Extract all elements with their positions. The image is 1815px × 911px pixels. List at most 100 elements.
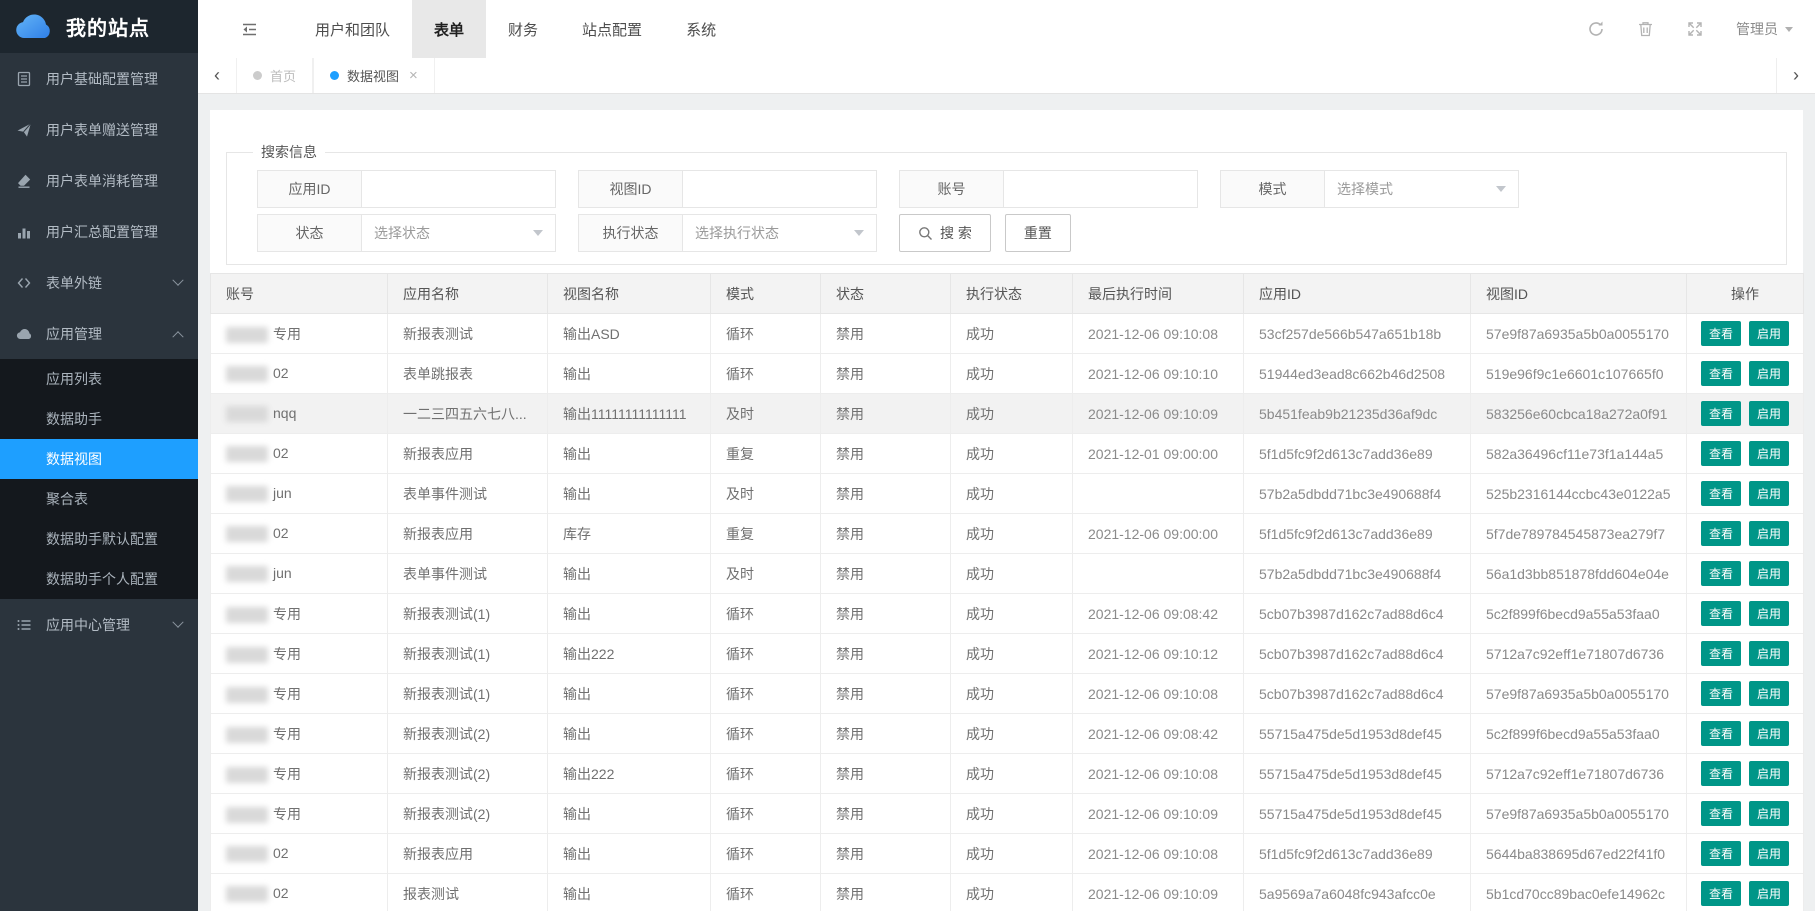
view-name-cell: 输出: [548, 874, 711, 911]
enable-button[interactable]: 启用: [1749, 841, 1789, 866]
account-cell: 专用: [211, 674, 388, 714]
enable-button[interactable]: 启用: [1749, 721, 1789, 746]
last-time-cell: 2021-12-06 09:10:08: [1073, 674, 1244, 714]
view-button[interactable]: 查看: [1701, 841, 1741, 866]
reset-button[interactable]: 重置: [1005, 214, 1071, 252]
view-id-cell: 5c2f899f6becd9a55a53faa0: [1471, 714, 1687, 754]
view-button[interactable]: 查看: [1701, 761, 1741, 786]
enable-button[interactable]: 启用: [1749, 441, 1789, 466]
last-time-cell: 2021-12-06 09:10:12: [1073, 634, 1244, 674]
enable-button[interactable]: 启用: [1749, 321, 1789, 346]
tab-label: 用户和团队: [315, 19, 390, 40]
page-tab-home[interactable]: 首页: [236, 58, 313, 93]
table-row: nqq一二三四五六七八...输出11111111111111及时禁用成功2021…: [211, 394, 1804, 434]
redacted-account-prefix: [226, 807, 268, 823]
mode-cell: 重复: [711, 434, 821, 474]
enable-button[interactable]: 启用: [1749, 681, 1789, 706]
app-name-cell: 表单事件测试: [388, 554, 548, 594]
refresh-icon[interactable]: [1587, 20, 1605, 38]
tab-dot-icon: [253, 71, 262, 80]
view-button[interactable]: 查看: [1701, 361, 1741, 386]
enable-button[interactable]: 启用: [1749, 481, 1789, 506]
logo[interactable]: 我的站点: [0, 0, 198, 53]
view-button[interactable]: 查看: [1701, 561, 1741, 586]
enable-button[interactable]: 启用: [1749, 601, 1789, 626]
app-id-input[interactable]: [362, 170, 556, 208]
sidebar-item-form-external-link[interactable]: 表单外链: [0, 257, 198, 308]
col-exec-status: 执行状态: [951, 274, 1073, 314]
mode-select[interactable]: 选择模式: [1325, 170, 1519, 208]
page-tab-data-view[interactable]: 数据视图 ×: [313, 58, 435, 93]
header-actions: 管理员: [1587, 0, 1815, 58]
sidebar-collapse-icon[interactable]: [240, 0, 259, 58]
view-button[interactable]: 查看: [1701, 721, 1741, 746]
view-button[interactable]: 查看: [1701, 321, 1741, 346]
account-label: 账号: [899, 170, 1004, 208]
tab-site-config[interactable]: 站点配置: [560, 0, 664, 58]
caret-down-icon: [1785, 27, 1793, 32]
submenu-item-data-helper-personal-config[interactable]: 数据助手个人配置: [0, 559, 198, 599]
submenu-item-data-helper-default-config[interactable]: 数据助手默认配置: [0, 519, 198, 559]
enable-button[interactable]: 启用: [1749, 761, 1789, 786]
send-icon: [16, 122, 34, 138]
exec-status-label: 执行状态: [578, 214, 683, 252]
tab-finance[interactable]: 财务: [486, 0, 560, 58]
status-cell: 禁用: [821, 314, 951, 354]
tabbar-forward-icon[interactable]: ›: [1776, 58, 1815, 93]
tab-system[interactable]: 系统: [664, 0, 738, 58]
redacted-account-prefix: [226, 566, 268, 582]
view-button[interactable]: 查看: [1701, 521, 1741, 546]
tab-forms[interactable]: 表单: [412, 0, 486, 58]
view-button[interactable]: 查看: [1701, 801, 1741, 826]
sidebar-item-app-management[interactable]: 应用管理: [0, 308, 198, 359]
submenu-item-data-view[interactable]: 数据视图: [0, 439, 198, 479]
view-id-cell: 525b2316144ccbc43e0122a5: [1471, 474, 1687, 514]
search-button[interactable]: 搜 索: [899, 214, 991, 252]
col-app-id: 应用ID: [1244, 274, 1471, 314]
view-button[interactable]: 查看: [1701, 881, 1741, 906]
view-button[interactable]: 查看: [1701, 641, 1741, 666]
sidebar-item-user-summary-config[interactable]: 用户汇总配置管理: [0, 206, 198, 257]
close-icon[interactable]: ×: [409, 67, 418, 84]
tab-users-teams[interactable]: 用户和团队: [293, 0, 412, 58]
enable-button[interactable]: 启用: [1749, 561, 1789, 586]
sidebar-item-user-form-consume[interactable]: 用户表单消耗管理: [0, 155, 198, 206]
account-input[interactable]: [1004, 170, 1198, 208]
redacted-account-prefix: [226, 327, 268, 343]
enable-button[interactable]: 启用: [1749, 641, 1789, 666]
view-button[interactable]: 查看: [1701, 441, 1741, 466]
submenu-item-app-list[interactable]: 应用列表: [0, 359, 198, 399]
enable-button[interactable]: 启用: [1749, 881, 1789, 906]
enable-button[interactable]: 启用: [1749, 361, 1789, 386]
tabbar-back-icon[interactable]: ‹: [198, 58, 236, 93]
account-cell: 02: [211, 514, 388, 554]
view-button[interactable]: 查看: [1701, 681, 1741, 706]
view-id-cell: 57e9f87a6935a5b0a0055170: [1471, 794, 1687, 834]
view-button[interactable]: 查看: [1701, 601, 1741, 626]
sidebar-item-app-center-management[interactable]: 应用中心管理: [0, 599, 198, 650]
sidebar-item-user-form-gift[interactable]: 用户表单赠送管理: [0, 104, 198, 155]
app-id-cell: 5a9569a7a6048fc943afcc0e: [1244, 874, 1471, 911]
user-menu-label: 管理员: [1736, 19, 1778, 39]
enable-button[interactable]: 启用: [1749, 801, 1789, 826]
submenu-item-data-helper[interactable]: 数据助手: [0, 399, 198, 439]
status-cell: 禁用: [821, 754, 951, 794]
view-id-cell: 582a36496cf11e73f1a144a5: [1471, 434, 1687, 474]
status-label: 状态: [257, 214, 362, 252]
user-menu[interactable]: 管理员: [1736, 19, 1793, 39]
exec-status-cell: 成功: [951, 474, 1073, 514]
submenu-item-aggregate-table[interactable]: 聚合表: [0, 479, 198, 519]
view-button[interactable]: 查看: [1701, 401, 1741, 426]
account-cell: jun: [211, 554, 388, 594]
enable-button[interactable]: 启用: [1749, 521, 1789, 546]
col-mode: 模式: [711, 274, 821, 314]
sidebar-item-user-basic-config[interactable]: 用户基础配置管理: [0, 53, 198, 104]
trash-icon[interactable]: [1637, 20, 1654, 38]
status-select[interactable]: 选择状态: [362, 214, 556, 252]
view-button[interactable]: 查看: [1701, 481, 1741, 506]
view-id-input[interactable]: [683, 170, 877, 208]
exec-status-select[interactable]: 选择执行状态: [683, 214, 877, 252]
account-field-group: 账号: [899, 170, 1198, 208]
fullscreen-icon[interactable]: [1686, 20, 1704, 38]
enable-button[interactable]: 启用: [1749, 401, 1789, 426]
